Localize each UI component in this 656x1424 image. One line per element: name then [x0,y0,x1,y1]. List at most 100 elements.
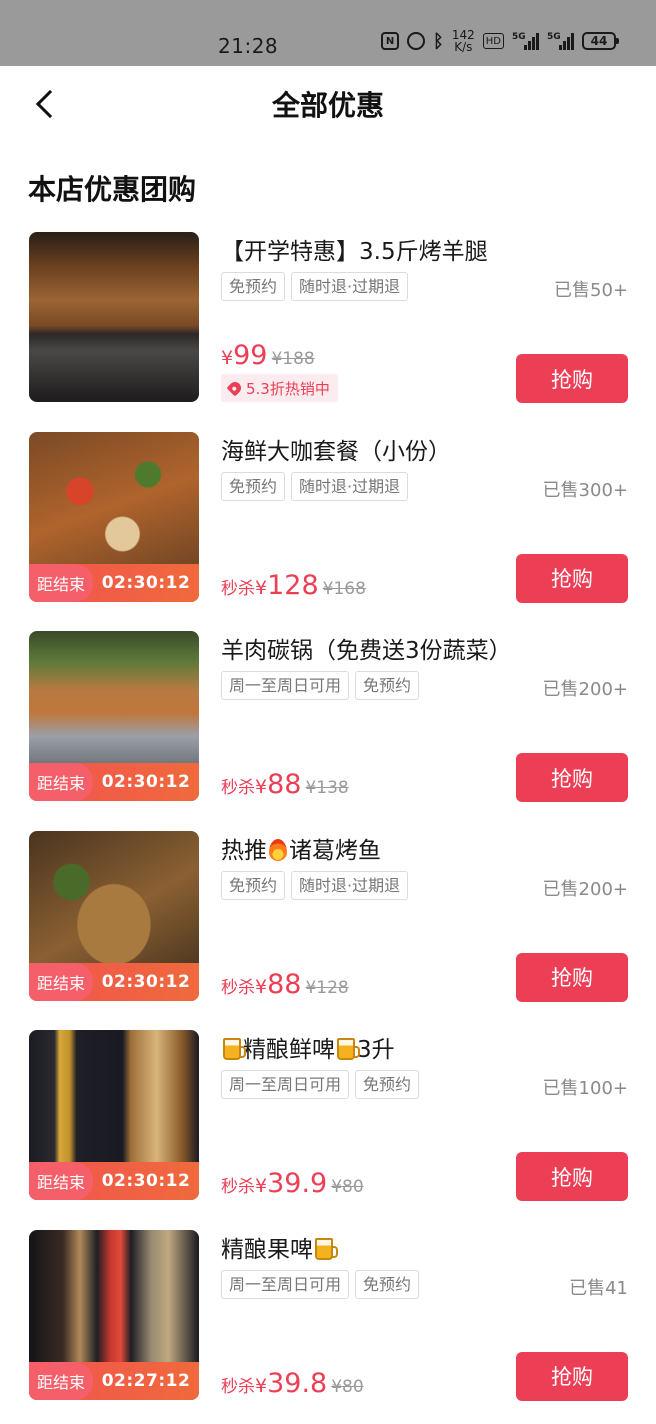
current-price: 39.8 [267,1367,328,1399]
battery-icon: 44 [582,32,619,50]
deal-item[interactable]: 距结束 02:30:12 羊肉碳锅（免费送3份蔬菜） 周一至周日可用 免预约 已… [0,631,656,831]
deal-tags: 周一至周日可用 免预约 [221,1269,420,1299]
sim2-label: 5G [547,32,561,42]
deal-item[interactable]: 距结束 02:30:12 精酿鲜啤 3升 周一至周日可用 免预约 已售100+ 秒… [0,1030,656,1230]
deal-item[interactable]: 【开学特惠】3.5斤烤羊腿 免预约 随时退·过期退 已售50+ ¥ 99 ¥18… [0,232,656,432]
currency-symbol: ¥ [255,975,268,998]
original-price: ¥138 [305,778,349,798]
alarm-icon [407,32,426,50]
sold-count: 已售50+ [554,280,628,301]
deal-tag: 周一至周日可用 [221,671,350,700]
sold-count: 已售300+ [542,479,628,501]
fire-icon [269,838,287,861]
signal-icon-sim2: 5G [547,32,574,50]
nfc-icon: N [381,32,400,50]
buy-button[interactable]: 抢购 [516,553,628,603]
countdown-bar: 距结束 02:30:12 [29,1162,199,1200]
hd-icon: HD [482,33,504,49]
discount-text: 5.3折热销中 [246,379,330,398]
deal-tags: 免预约 随时退·过期退 [221,272,409,301]
deal-thumbnail[interactable]: 距结束 02:30:12 [29,1030,199,1200]
deal-tags: 免预约 随时退·过期退 [221,870,409,900]
deal-title: 海鲜大咖套餐（小份） [221,438,451,465]
deal-title: 【开学特惠】3.5斤烤羊腿 [221,239,488,265]
deal-item[interactable]: 距结束 02:30:12 热推 诸葛烤鱼 免预约 随时退·过期退 已售200+ 秒… [0,830,656,1031]
original-price: ¥128 [305,977,349,998]
buy-button[interactable]: 抢购 [516,952,628,1002]
countdown-bar: 距结束 02:30:12 [29,962,199,1001]
deal-tag: 免预约 [221,471,286,501]
price-row: 秒杀 ¥ 88 ¥128 [221,969,349,1000]
beer-mug-icon [337,1038,360,1060]
deal-thumbnail[interactable]: 距结束 02:27:12 [29,1229,199,1400]
price-row: 秒杀 ¥ 128 ¥168 [221,570,366,601]
currency-symbol: ¥ [255,1175,268,1197]
countdown-time: 02:30:12 [101,572,191,593]
deal-tags: 周一至周日可用 免预约 [221,1070,420,1099]
sold-count: 已售200+ [542,878,628,900]
deal-thumbnail[interactable]: 距结束 02:30:12 [29,830,199,1001]
deal-tags: 免预约 随时退·过期退 [221,471,409,501]
deal-tag: 免预约 [221,272,286,301]
deal-title: 热推 诸葛烤鱼 [221,831,381,865]
deal-list: 【开学特惠】3.5斤烤羊腿 免预约 随时退·过期退 已售50+ ¥ 99 ¥18… [0,232,656,1424]
countdown-time: 02:27:12 [101,1370,191,1391]
flash-sale-label: 秒杀 [221,1177,255,1197]
countdown-bar: 距结束 02:27:12 [29,1361,199,1400]
buy-button[interactable]: 抢购 [516,354,628,403]
deal-tag: 免预约 [355,671,420,700]
deal-title: 精酿鲜啤 3升 [221,1030,395,1064]
currency-symbol: ¥ [221,347,234,369]
original-price: ¥188 [271,349,315,369]
deal-item[interactable]: 距结束 02:27:12 精酿果啤 周一至周日可用 免预约 已售41 秒杀 ¥ … [0,1229,656,1424]
deal-tag: 免预约 [355,1070,420,1099]
countdown-label: 距结束 [29,563,93,602]
deal-title-text: 3升 [357,1037,395,1063]
buy-button[interactable]: 抢购 [516,1152,628,1201]
status-time: 21:28 [218,34,279,58]
countdown-label: 距结束 [29,763,93,801]
page-title: 全部优惠 [271,89,384,122]
deal-item[interactable]: 距结束 02:30:12 海鲜大咖套餐（小份） 免预约 随时退·过期退 已售30… [0,431,656,632]
flash-sale-label: 秒杀 [221,977,255,998]
flash-sale-label: 秒杀 [221,578,255,599]
countdown-time: 02:30:12 [101,971,191,992]
roast-lamb-leg-photo [29,232,199,402]
deal-thumbnail[interactable] [29,232,199,402]
sold-count: 已售41 [569,1277,628,1299]
current-price: 99 [233,340,268,371]
section-title: 本店优惠团购 [28,173,197,206]
deal-thumbnail[interactable]: 距结束 02:30:12 [29,431,199,602]
sold-count: 已售100+ [542,1078,628,1099]
network-speed-unit: K/s [454,40,473,54]
countdown-label: 距结束 [29,962,93,1001]
buy-button[interactable]: 抢购 [516,1351,628,1401]
sim1-label: 5G [512,32,526,42]
price-row: ¥ 99 ¥188 [221,340,315,371]
deal-title: 精酿果啤 [221,1230,338,1264]
deal-title-text: 精酿鲜啤 [243,1037,335,1063]
countdown-label: 距结束 [29,1162,93,1200]
deal-thumbnail[interactable]: 距结束 02:30:12 [29,631,199,801]
network-speed: 142 K/s [452,29,475,54]
deal-tag: 周一至周日可用 [221,1269,350,1299]
sold-count: 已售200+ [542,679,628,700]
page-header: 全部优惠 [0,66,656,142]
discount-badge: 5.3折热销中 [221,374,338,402]
signal-icon-sim1: 5G [512,32,539,50]
current-price: 128 [267,569,319,601]
current-price: 88 [267,769,302,800]
flash-sale-label: 秒杀 [221,1376,255,1397]
deal-title: 羊肉碳锅（免费送3份蔬菜） [221,638,512,664]
deal-tag: 随时退·过期退 [291,471,409,501]
beer-mug-icon [223,1038,246,1060]
price-row: 秒杀 ¥ 39.9 ¥80 [221,1168,364,1199]
current-price: 39.9 [267,1168,328,1199]
deal-tag: 随时退·过期退 [291,870,409,900]
price-tag-icon [226,379,244,397]
deal-title-text: 诸葛烤鱼 [289,837,381,864]
currency-symbol: ¥ [255,576,268,599]
buy-button[interactable]: 抢购 [516,753,628,802]
deal-tag: 免预约 [221,870,286,900]
deal-title-text: 热推 [221,837,267,864]
